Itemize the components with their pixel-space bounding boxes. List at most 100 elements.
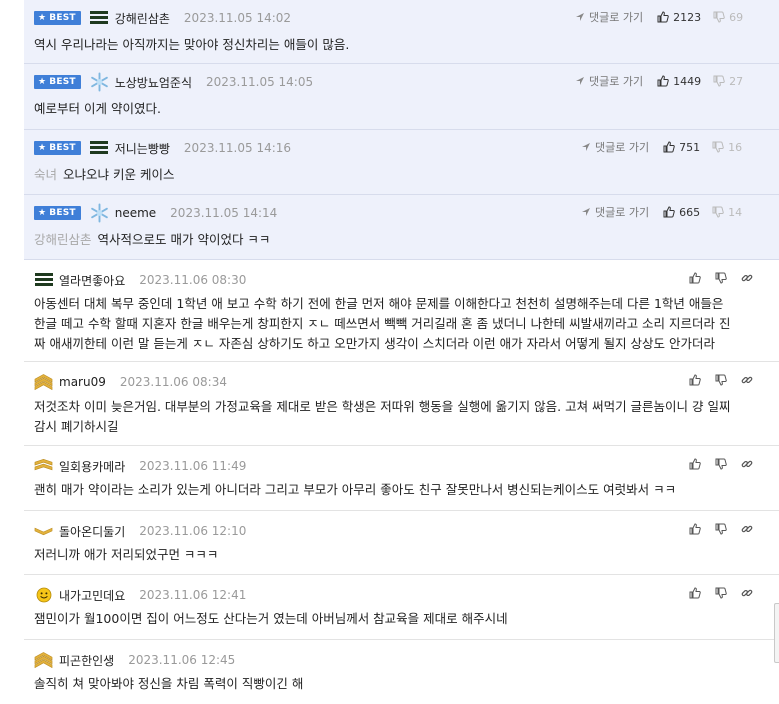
link-icon[interactable] <box>740 271 754 285</box>
comment-date: 2023.11.06 12:45 <box>128 653 236 667</box>
best-comment: ★ BEST 저니는빵빵 2023.11.05 14:16 댓글로 가기 751 … <box>24 130 779 195</box>
comment: 피곤한인생 2023.11.06 12:45 솔직히 쳐 맞아봐야 정신을 차림… <box>24 640 779 704</box>
stripes-icon <box>90 139 109 158</box>
upvote-button[interactable]: 2123 <box>657 11 701 24</box>
reply-link[interactable]: 댓글로 가기 <box>575 73 643 89</box>
downvote-count: 69 <box>729 10 744 24</box>
thumbs-up-icon[interactable] <box>688 522 702 536</box>
comment-nick[interactable]: 강해린삼촌 <box>115 10 170 27</box>
mention[interactable]: 강해린삼촌 <box>34 232 92 247</box>
comment-text: 예로부터 이게 약이였다. <box>34 101 161 116</box>
upvote-button[interactable]: 751 <box>663 141 700 154</box>
downvote-button[interactable]: 27 <box>713 75 743 88</box>
thumbs-down-icon[interactable] <box>714 586 728 600</box>
comment-nick[interactable]: maru09 <box>59 375 106 389</box>
thumbs-down-icon[interactable] <box>714 373 728 387</box>
comment-body: 저것조차 이미 늦은거임. 대부분의 가정교육을 제대로 받은 학생은 저따위 … <box>34 397 731 437</box>
comment-nick[interactable]: 피곤한인생 <box>59 652 114 669</box>
reply-link[interactable]: 댓글로 가기 <box>575 9 643 25</box>
thumbs-down-icon <box>712 141 724 153</box>
thumbs-up-icon[interactable] <box>688 271 702 285</box>
thumbs-up-icon <box>657 11 669 23</box>
link-icon[interactable] <box>740 457 754 471</box>
thumbs-down-icon[interactable] <box>714 522 728 536</box>
upvote-count: 1449 <box>673 74 702 88</box>
gold-chevron-icon <box>34 651 53 670</box>
downvote-count: 14 <box>728 205 743 219</box>
link-icon[interactable] <box>740 522 754 536</box>
thumbs-up-icon <box>663 206 675 218</box>
comment-text: 역사적으로도 매가 약이었다 ㅋㅋ <box>97 232 271 247</box>
upvote-button[interactable]: 1449 <box>657 75 701 88</box>
comment: 열라면좋아요 2023.11.06 08:30 아동센터 대체 복무 중인데 1… <box>24 260 779 362</box>
stripes-icon <box>34 271 53 290</box>
thumbs-down-icon[interactable] <box>714 271 728 285</box>
upvote-count: 665 <box>679 205 701 219</box>
comment-line: 짜 애새끼한테 이런 말 듣는게 ㅈㄴ 자존심 상하기도 하고 오만가지 생각이… <box>34 336 716 351</box>
thumbs-down-icon <box>713 75 725 87</box>
comment-nick[interactable]: neeme <box>115 206 156 220</box>
arrow-icon <box>576 77 584 85</box>
comment-body: 솔직히 쳐 맞아봐야 정신을 차림 폭력이 직빵이긴 해 <box>34 674 303 694</box>
arrow-icon <box>582 143 590 151</box>
comment-line: 한글 떼고 수학 할때 지혼자 한글 배우는게 창피한지 ㅈㄴ 떼쓰면서 빽빽 … <box>34 316 731 331</box>
star-icon: ★ <box>38 143 47 153</box>
stripes-icon <box>90 9 109 28</box>
gold-chevron-icon <box>34 522 53 541</box>
comment-text: 오냐오냐 키운 케이스 <box>63 167 175 182</box>
best-badge-label: BEST <box>49 208 76 218</box>
comment-nick[interactable]: 돌아온디둘기 <box>59 523 125 540</box>
thumbs-up-icon[interactable] <box>688 586 702 600</box>
comment-date: 2023.11.05 14:16 <box>183 141 292 155</box>
comment: 내가고민데요 2023.11.06 12:41 잼민이가 월100이면 집이 어… <box>24 575 779 640</box>
thumbs-down-icon <box>712 206 724 218</box>
arrow-icon <box>582 208 590 216</box>
link-icon[interactable] <box>740 373 754 387</box>
best-badge-label: BEST <box>49 77 76 87</box>
downvote-button[interactable]: 69 <box>713 11 743 24</box>
thumbs-up-icon[interactable] <box>688 373 702 387</box>
thumbs-up-icon <box>657 75 669 87</box>
comment-date: 2023.11.05 14:02 <box>183 11 292 25</box>
comment-body: 숙녀 오냐오냐 키운 케이스 <box>34 165 174 185</box>
comment-line: 괜히 매가 약이라는 소리가 있는게 아니더라 그리고 부모가 아무리 좋아도 … <box>34 482 677 497</box>
comment-nick[interactable]: 내가고민데요 <box>59 587 125 604</box>
star-icon: ★ <box>38 77 47 87</box>
comment-line: 저것조차 이미 늦은거임. 대부분의 가정교육을 제대로 받은 학생은 저따위 … <box>34 399 731 414</box>
comment-body: 아동센터 대체 복무 중인데 1학년 애 보고 수학 하기 전에 한글 먼저 해… <box>34 294 731 354</box>
thumbs-down-icon <box>713 11 725 23</box>
downvote-button[interactable]: 16 <box>712 141 742 154</box>
best-badge-label: BEST <box>49 143 76 153</box>
comment-date: 2023.11.05 14:05 <box>206 75 314 89</box>
comment-date: 2023.11.06 12:41 <box>139 588 247 602</box>
comment-nick[interactable]: 열라면좋아요 <box>59 272 125 289</box>
comment-line: 아동센터 대체 복무 중인데 1학년 애 보고 수학 하기 전에 한글 먼저 해… <box>34 296 724 311</box>
mention[interactable]: 숙녀 <box>34 167 57 182</box>
reply-label: 댓글로 가기 <box>589 11 644 24</box>
gold-chevron-icon <box>34 457 53 476</box>
reply-label: 댓글로 가기 <box>589 75 644 88</box>
upvote-count: 2123 <box>673 10 702 24</box>
best-comment: ★ BEST 노상방뇨엄준식 2023.11.05 14:05 댓글로 가기 14… <box>24 64 779 130</box>
comment-line: 잼민이가 월100이면 집이 어느정도 산다는거 였는데 아버님께서 참교육을 … <box>34 611 508 626</box>
best-badge: ★ BEST <box>34 206 81 220</box>
downvote-button[interactable]: 14 <box>712 206 742 219</box>
comment-body: 잼민이가 월100이면 집이 어느정도 산다는거 였는데 아버님께서 참교육을 … <box>34 609 508 629</box>
upvote-button[interactable]: 665 <box>663 206 700 219</box>
best-comment: ★ BEST neeme 2023.11.05 14:14 댓글로 가기 665 … <box>24 195 779 260</box>
comment-nick[interactable]: 저니는빵빵 <box>115 140 170 157</box>
comment-nick[interactable]: 노상방뇨엄준식 <box>115 74 192 91</box>
best-badge: ★ BEST <box>34 11 81 25</box>
thumbs-up-icon[interactable] <box>688 457 702 471</box>
comment-nick[interactable]: 일회용카메라 <box>59 458 125 475</box>
scrollbar-thumb[interactable] <box>774 603 779 663</box>
upvote-count: 751 <box>679 140 701 154</box>
comment-line: 솔직히 쳐 맞아봐야 정신을 차림 폭력이 직빵이긴 해 <box>34 676 304 691</box>
thumbs-down-icon[interactable] <box>714 457 728 471</box>
comment-line: 감시 폐기하시길 <box>34 419 119 434</box>
snowflake-icon <box>90 203 109 223</box>
comment-body: 괜히 매가 약이라는 소리가 있는게 아니더라 그리고 부모가 아무리 좋아도 … <box>34 480 676 500</box>
link-icon[interactable] <box>740 586 754 600</box>
reply-link[interactable]: 댓글로 가기 <box>581 204 649 220</box>
reply-link[interactable]: 댓글로 가기 <box>581 139 649 155</box>
